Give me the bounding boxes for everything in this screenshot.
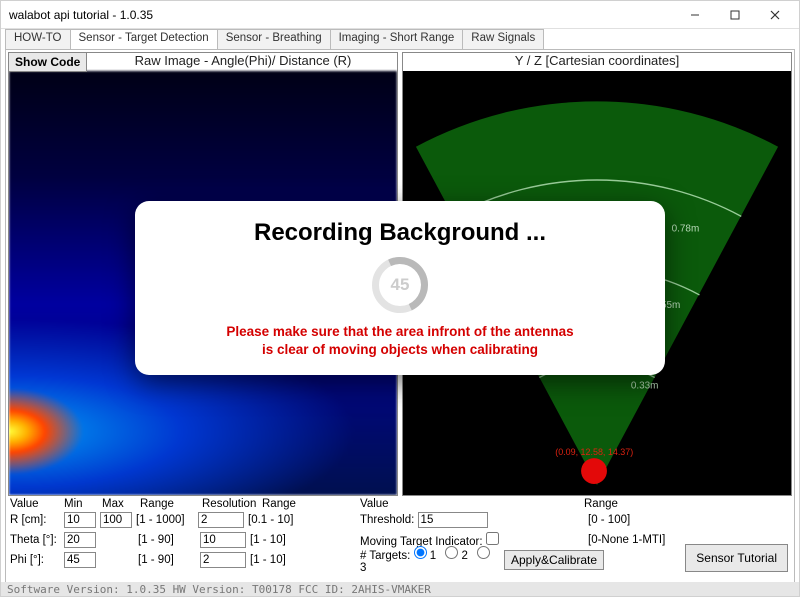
tab-raw-signals[interactable]: Raw Signals	[462, 29, 544, 49]
mti-range: [0-None 1-MTI]	[588, 534, 665, 546]
targets-radio-3[interactable]	[477, 546, 490, 559]
modal-warn-2: is clear of moving objects when calibrat…	[157, 341, 643, 359]
r-range: [1 - 1000]	[136, 514, 194, 526]
recording-modal: Recording Background ... 45 Please make …	[135, 201, 665, 375]
phi-min-input[interactable]	[64, 552, 96, 568]
radar-target-dot	[581, 458, 607, 484]
phi-label: Phi [°]:	[10, 554, 60, 566]
close-button[interactable]	[755, 4, 795, 26]
targets-radio-2[interactable]	[445, 546, 458, 559]
radar-target-label: (0.09, 12.58, 14.37)	[555, 447, 633, 457]
targets-radio-1[interactable]	[414, 546, 427, 559]
maximize-button[interactable]	[715, 4, 755, 26]
threshold-range: [0 - 100]	[588, 514, 630, 526]
phi-range: [1 - 90]	[138, 554, 196, 566]
tab-howto[interactable]: HOW-TO	[5, 29, 71, 49]
titlebar: walabot api tutorial - 1.0.35	[1, 1, 799, 29]
arena-controls: Value Min Max Range Resolution Range R […	[10, 498, 350, 570]
phi-res-input[interactable]	[200, 552, 246, 568]
show-code-button[interactable]: Show Code	[8, 52, 87, 72]
window-title: walabot api tutorial - 1.0.35	[9, 8, 675, 22]
theta-min-input[interactable]	[64, 532, 96, 548]
targets-label: # Targets:	[360, 550, 410, 562]
theta-res-range: [1 - 10]	[250, 534, 308, 546]
apply-calibrate-button[interactable]: Apply&Calibrate	[504, 550, 604, 570]
controls-row: Value Min Max Range Resolution Range R […	[8, 496, 792, 570]
radar-title: Y / Z [Cartesian coordinates]	[403, 53, 791, 69]
threshold-input[interactable]	[418, 512, 488, 528]
radar-ring-1: 0.78m	[672, 223, 700, 234]
r-label: R [cm]:	[10, 514, 60, 526]
phi-res-range: [1 - 10]	[250, 554, 308, 566]
tab-sensor-target[interactable]: Sensor - Target Detection	[70, 29, 218, 49]
hdr-value: Value	[10, 498, 60, 510]
progress-spinner: 45	[372, 257, 428, 313]
theta-range: [1 - 90]	[138, 534, 196, 546]
minimize-button[interactable]	[675, 4, 715, 26]
modal-warn-1: Please make sure that the area infront o…	[157, 323, 643, 341]
threshold-label: Threshold:	[360, 514, 414, 526]
mti-checkbox[interactable]	[486, 532, 499, 545]
theta-res-input[interactable]	[200, 532, 246, 548]
hdr2-range: Range	[584, 498, 618, 510]
r-max-input[interactable]	[100, 512, 132, 528]
modal-title: Recording Background ...	[157, 219, 643, 247]
hdr2-value: Value	[360, 498, 580, 510]
hdr-min: Min	[64, 498, 98, 510]
hdr-resrange: Range	[262, 498, 320, 510]
sensor-tutorial-button[interactable]: Sensor Tutorial	[685, 544, 788, 572]
progress-value: 45	[372, 257, 428, 313]
tab-sensor-breathing[interactable]: Sensor - Breathing	[217, 29, 331, 49]
tab-imaging-short[interactable]: Imaging - Short Range	[330, 29, 464, 49]
r-min-input[interactable]	[64, 512, 96, 528]
r-res-range: [0.1 - 10]	[248, 514, 306, 526]
hdr-range: Range	[140, 498, 198, 510]
r-res-input[interactable]	[198, 512, 244, 528]
statusbar: Software Version: 1.0.35 HW Version: T00…	[1, 582, 799, 596]
hdr-res: Resolution	[202, 498, 258, 510]
radar-ring-3: 0.33m	[631, 380, 659, 391]
hdr-max: Max	[102, 498, 136, 510]
tab-bar: HOW-TO Sensor - Target Detection Sensor …	[5, 29, 795, 49]
theta-label: Theta [°]:	[10, 534, 60, 546]
